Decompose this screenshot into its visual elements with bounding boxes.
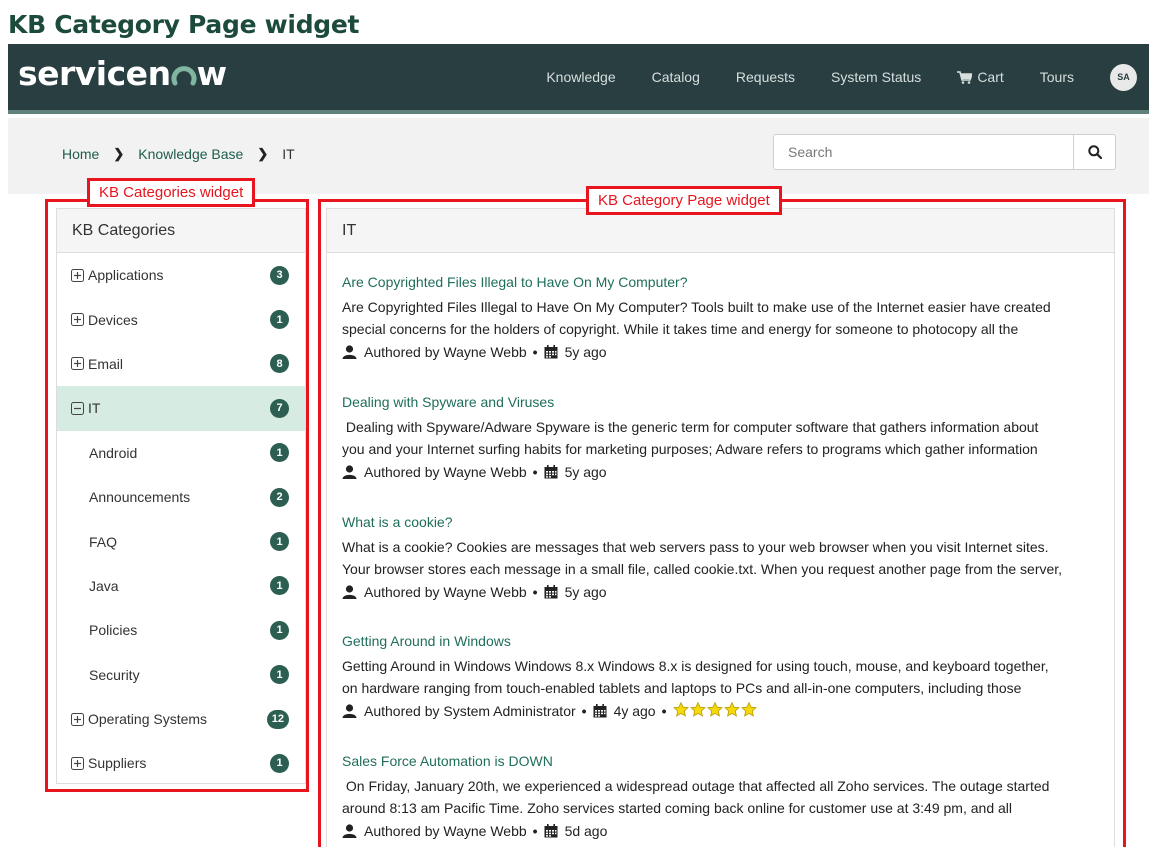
top-navbar: servicen w Knowledge Catalog Requests Sy… <box>8 44 1149 114</box>
logo-o-mark <box>171 54 197 93</box>
nav-link-cart[interactable]: Cart <box>957 69 1004 85</box>
nav-link-knowledge[interactable]: Knowledge <box>546 69 615 85</box>
nav-link-label: Catalog <box>651 69 700 85</box>
nav-link-label: Tours <box>1039 69 1074 85</box>
chevron-right-icon: ❯ <box>257 146 269 161</box>
search-button[interactable] <box>1073 135 1115 169</box>
annotation-label-left: KB Categories widget <box>87 178 256 207</box>
nav-link-requests[interactable]: Requests <box>736 69 795 85</box>
search-input[interactable] <box>774 135 1073 169</box>
page-heading: KB Category Page widget <box>8 10 360 39</box>
breadcrumb-home[interactable]: Home <box>62 146 99 162</box>
annotation-frame-right <box>318 199 1126 847</box>
breadcrumb-current: IT <box>282 146 295 162</box>
chevron-right-icon: ❯ <box>113 146 125 161</box>
search-icon <box>1087 145 1102 159</box>
annotation-frame-left <box>45 199 309 792</box>
logo-text-a: servicen <box>18 54 171 93</box>
nav-link-label: System Status <box>831 69 922 85</box>
nav-links: Knowledge Catalog Requests System Status… <box>546 44 1149 110</box>
search-box <box>773 134 1116 170</box>
nav-link-label: Requests <box>735 69 796 85</box>
breadcrumb-knowledge-base[interactable]: Knowledge Base <box>138 146 243 162</box>
nav-link-tours[interactable]: Tours <box>1040 69 1074 85</box>
user-avatar[interactable]: SA <box>1110 63 1137 91</box>
cart-icon <box>957 70 973 84</box>
nav-link-label: Knowledge <box>546 69 616 85</box>
annotation-label-right: KB Category Page widget <box>586 186 782 215</box>
nav-link-system-status[interactable]: System Status <box>831 69 921 85</box>
nav-link-label: Cart <box>977 69 1004 85</box>
logo-text-b: w <box>196 54 228 93</box>
servicenow-logo[interactable]: servicen w <box>18 54 227 93</box>
nav-link-catalog[interactable]: Catalog <box>652 69 700 85</box>
breadcrumb: Home ❯ Knowledge Base ❯ IT <box>62 146 295 162</box>
